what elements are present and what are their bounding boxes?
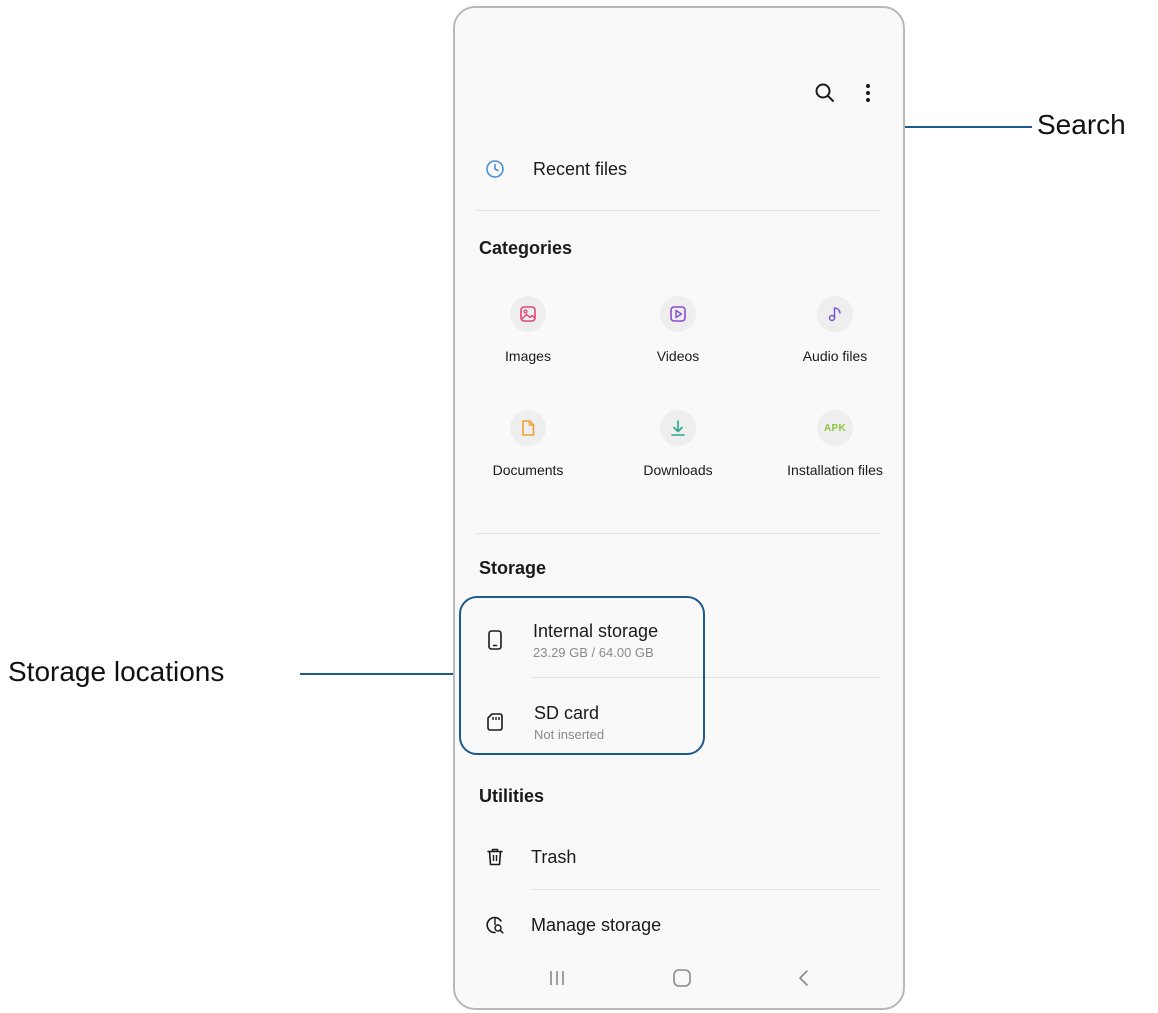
apk-icon: APK xyxy=(823,422,846,434)
category-label: Videos xyxy=(656,348,700,364)
manage-storage-label: Manage storage xyxy=(531,914,662,935)
phone-frame: Recent files Categories Images Videos Au… xyxy=(453,6,905,1010)
divider xyxy=(477,210,881,211)
audio-icon-circle xyxy=(817,296,853,332)
category-installation-files[interactable]: APK Installation files xyxy=(770,410,900,478)
home-icon[interactable] xyxy=(671,968,693,988)
image-icon xyxy=(520,306,536,322)
manage-storage-icon xyxy=(486,916,504,934)
category-label: Installation files xyxy=(787,462,883,478)
manage-storage-item[interactable]: Manage storage xyxy=(455,908,903,942)
category-audio-files[interactable]: Audio files xyxy=(770,296,900,364)
category-downloads[interactable]: Downloads xyxy=(613,410,743,478)
utilities-title: Utilities xyxy=(479,786,545,806)
category-label: Downloads xyxy=(643,462,713,478)
search-callout-label: Search xyxy=(1037,109,1126,140)
back-icon[interactable] xyxy=(796,968,812,988)
images-icon-circle xyxy=(510,296,546,332)
category-images[interactable]: Images xyxy=(463,296,593,364)
videos-icon-circle xyxy=(660,296,696,332)
recent-files-label: Recent files xyxy=(533,158,628,179)
category-documents[interactable]: Documents xyxy=(463,410,593,478)
storage-title: Storage xyxy=(479,558,547,578)
clock-icon xyxy=(486,160,504,178)
play-icon xyxy=(670,306,686,322)
trash-item[interactable]: Trash xyxy=(455,840,903,874)
downloads-icon-circle xyxy=(660,410,696,446)
recent-files-item[interactable]: Recent files xyxy=(455,152,903,186)
recents-icon[interactable] xyxy=(546,969,568,987)
category-label: Images xyxy=(505,348,551,364)
apk-icon-circle: APK xyxy=(817,410,853,446)
trash-label: Trash xyxy=(531,846,577,867)
more-options-button[interactable] xyxy=(853,78,883,108)
download-icon xyxy=(671,420,685,436)
divider xyxy=(531,889,881,890)
storage-locations-highlight xyxy=(459,596,705,755)
more-vertical-icon xyxy=(866,84,870,102)
navigation-bar xyxy=(455,948,903,1008)
documents-icon-circle xyxy=(510,410,546,446)
category-videos[interactable]: Videos xyxy=(613,296,743,364)
category-label: Audio files xyxy=(802,348,868,364)
music-note-icon xyxy=(828,307,841,322)
search-button[interactable] xyxy=(810,78,840,108)
storage-locations-callout-line xyxy=(300,673,460,675)
trash-icon xyxy=(487,848,503,866)
categories-title: Categories xyxy=(479,238,573,258)
search-icon xyxy=(815,83,834,102)
category-label: Documents xyxy=(492,462,564,478)
divider xyxy=(477,533,881,534)
storage-locations-callout-label: Storage locations xyxy=(8,656,225,687)
document-icon xyxy=(522,420,535,436)
